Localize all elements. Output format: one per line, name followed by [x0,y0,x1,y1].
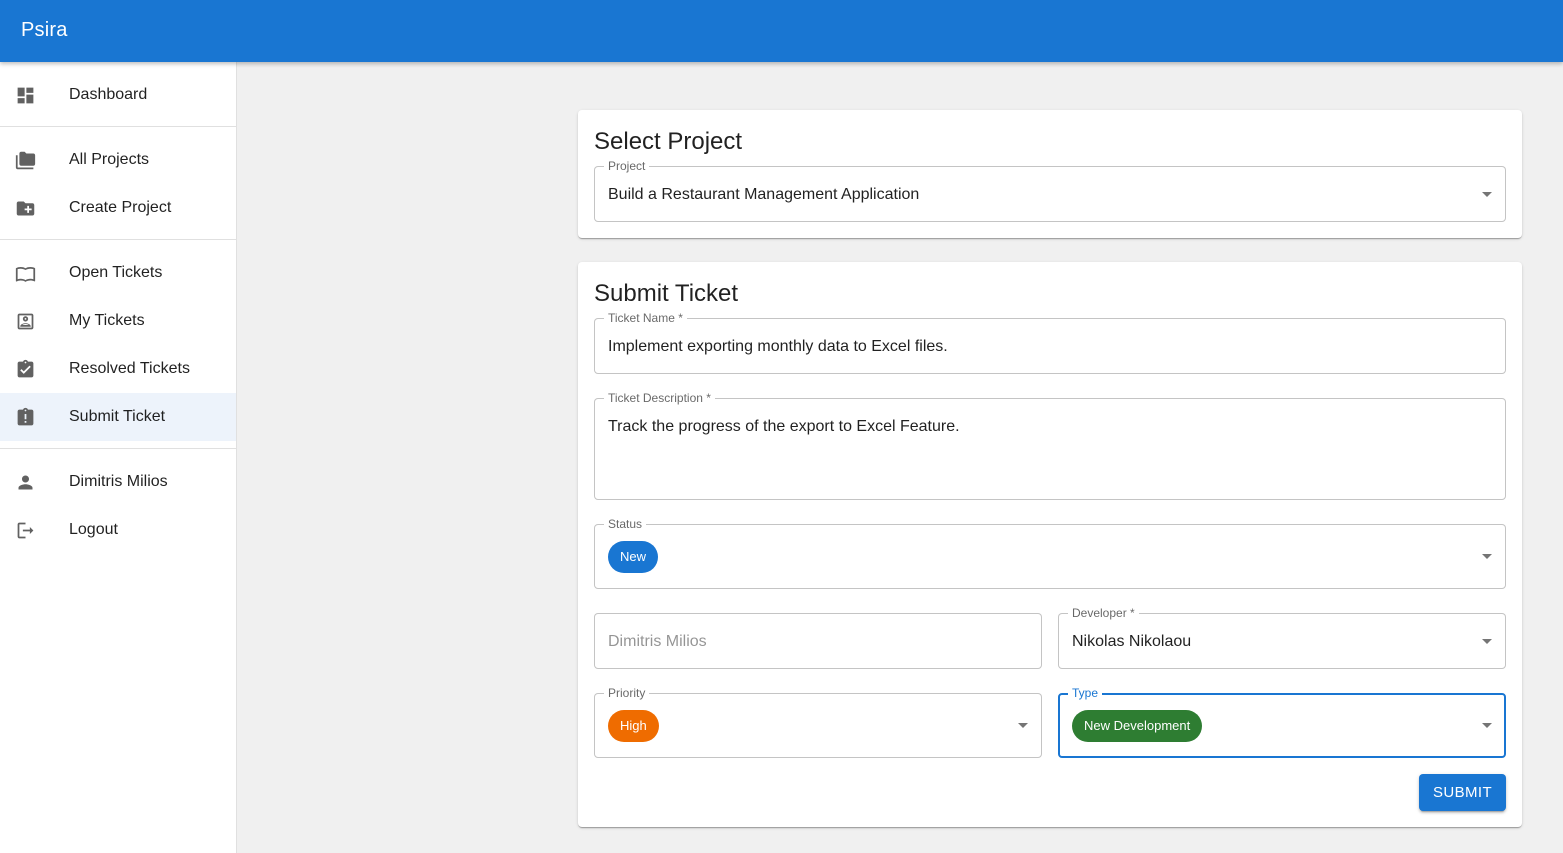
dropdown-arrow-icon [1482,639,1492,644]
sidebar-item-logout[interactable]: Logout [0,506,236,554]
ticket-name-label: Ticket Name * [604,311,687,325]
type-chip: New Development [1072,710,1203,742]
type-select[interactable]: Type New Development [1058,686,1506,758]
open-book-icon [15,266,36,282]
project-select-value: Build a Restaurant Management Applicatio… [608,186,920,203]
person-icon [18,475,33,490]
sidebar-item-label: Submit Ticket [69,408,166,425]
sidebar-item-dashboard[interactable]: Dashboard [0,71,236,119]
developer-select-value: Nikolas Nikolaou [1072,633,1192,650]
sidebar-divider [0,239,236,240]
developer-select[interactable]: Developer * Nikolas Nikolaou [1058,606,1506,669]
logout-icon [17,522,34,539]
sidebar-item-label: Create Project [69,199,172,216]
account-box-icon [17,313,34,330]
sidebar-item-all-projects[interactable]: All Projects [0,136,236,184]
app-title: Psira [21,19,68,41]
priority-select[interactable]: Priority High [594,686,1042,758]
sidebar-item-my-tickets[interactable]: My Tickets [0,297,236,345]
developer-select-label: Developer * [1068,606,1139,620]
assignment-turned-in-icon [17,359,34,378]
ticket-description-label: Ticket Description * [604,391,715,405]
sidebar-item-resolved-tickets[interactable]: Resolved Tickets [0,345,236,393]
dropdown-arrow-icon [1482,723,1492,728]
sidebar-item-label: Logout [69,521,118,538]
sidebar-item-profile[interactable]: Dimitris Milios [0,458,236,506]
dropdown-arrow-icon [1482,554,1492,559]
select-project-card: Select Project Project Build a Restauran… [578,110,1522,238]
sidebar-item-create-project[interactable]: Create Project [0,184,236,232]
priority-chip: High [608,710,659,742]
folder-icon [15,151,36,170]
ticket-description-field[interactable]: Ticket Description * Track the progress … [594,391,1506,500]
sidebar-divider [0,448,236,449]
create-folder-icon [16,201,35,216]
sidebar-item-label: Dashboard [69,86,148,103]
sidebar-item-open-tickets[interactable]: Open Tickets [0,249,236,297]
dropdown-arrow-icon [1018,723,1028,728]
dashboard-icon [17,87,34,104]
sidebar-item-submit-ticket[interactable]: Submit Ticket [0,393,236,441]
sidebar-divider [0,126,236,127]
submit-ticket-card: Submit Ticket Ticket Name * Implement ex… [578,262,1522,827]
project-select[interactable]: Project Build a Restaurant Management Ap… [594,159,1506,222]
priority-select-label: Priority [604,686,650,700]
status-select[interactable]: Status New [594,517,1506,589]
assignment-late-icon [17,407,34,426]
sidebar-item-label: Resolved Tickets [69,360,190,377]
sidebar: Dashboard All Projects Create Project Op… [0,62,237,853]
ticket-description-value: Track the progress of the export to Exce… [608,418,960,435]
sidebar-item-label: Open Tickets [69,264,163,281]
type-select-label: Type [1068,686,1103,700]
status-select-label: Status [604,517,647,531]
ticket-name-field[interactable]: Ticket Name * Implement exporting monthl… [594,311,1506,374]
dropdown-arrow-icon [1482,192,1492,197]
submit-button[interactable]: SUBMIT [1419,774,1506,811]
submitter-placeholder: Dimitris Milios [608,633,707,650]
ticket-name-value: Implement exporting monthly data to Exce… [608,338,948,355]
sidebar-item-label: Dimitris Milios [69,473,168,490]
app-bar: Psira [0,0,1563,62]
status-chip: New [608,541,659,573]
select-project-title: Select Project [594,128,743,155]
sidebar-item-label: My Tickets [69,312,145,329]
submit-ticket-title: Submit Ticket [594,280,739,307]
sidebar-item-label: All Projects [69,151,150,168]
project-select-label: Project [604,159,650,173]
submitter-field[interactable]: Dimitris Milios [594,613,1042,669]
